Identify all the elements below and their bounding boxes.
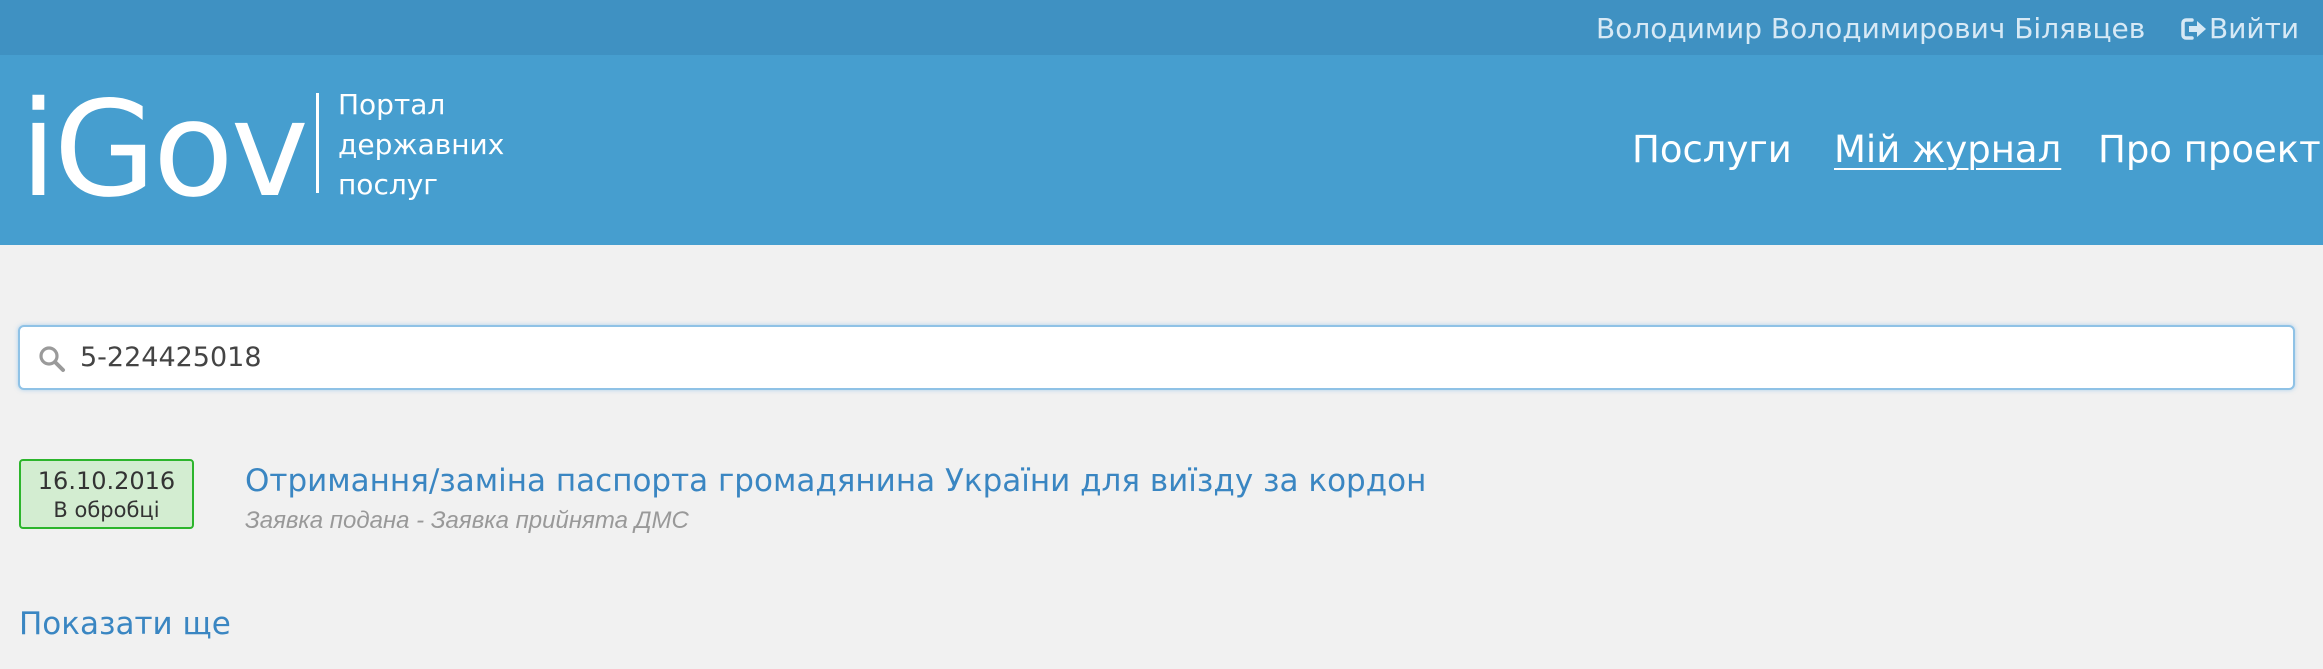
logo-divider — [316, 93, 319, 193]
nav-about-project[interactable]: Про проект — [2098, 127, 2321, 173]
show-more-link[interactable]: Показати ще — [19, 604, 231, 644]
nav-my-journal[interactable]: Мій журнал — [1834, 127, 2061, 173]
result-title-link[interactable]: Отримання/заміна паспорта громадянина Ук… — [245, 461, 1426, 501]
top-user-bar: Володимир Володимирович Білявцев Вийти — [0, 0, 2323, 55]
status-badge: 16.10.2016 В обробці — [19, 459, 194, 529]
search-icon — [39, 346, 65, 372]
user-name: Володимир Володимирович Білявцев — [1596, 12, 2146, 45]
sign-out-icon — [2181, 18, 2206, 40]
nav-services[interactable]: Послуги — [1632, 127, 1792, 173]
result-status-text: Заявка подана - Заявка прийнята ДМС — [245, 507, 689, 534]
result-date: 16.10.2016 — [37, 467, 176, 495]
site-header: iGov Портал державних послуг Послуги Мій… — [0, 55, 2323, 245]
portal-title: Портал державних послуг — [338, 88, 505, 201]
logout-label: Вийти — [2209, 12, 2300, 45]
logout-link[interactable]: Вийти — [2181, 12, 2299, 46]
search-input[interactable] — [80, 327, 2270, 388]
igov-logo[interactable]: iGov — [20, 80, 309, 220]
result-status-badge-label: В обробці — [53, 498, 160, 522]
search-box — [18, 325, 2295, 390]
